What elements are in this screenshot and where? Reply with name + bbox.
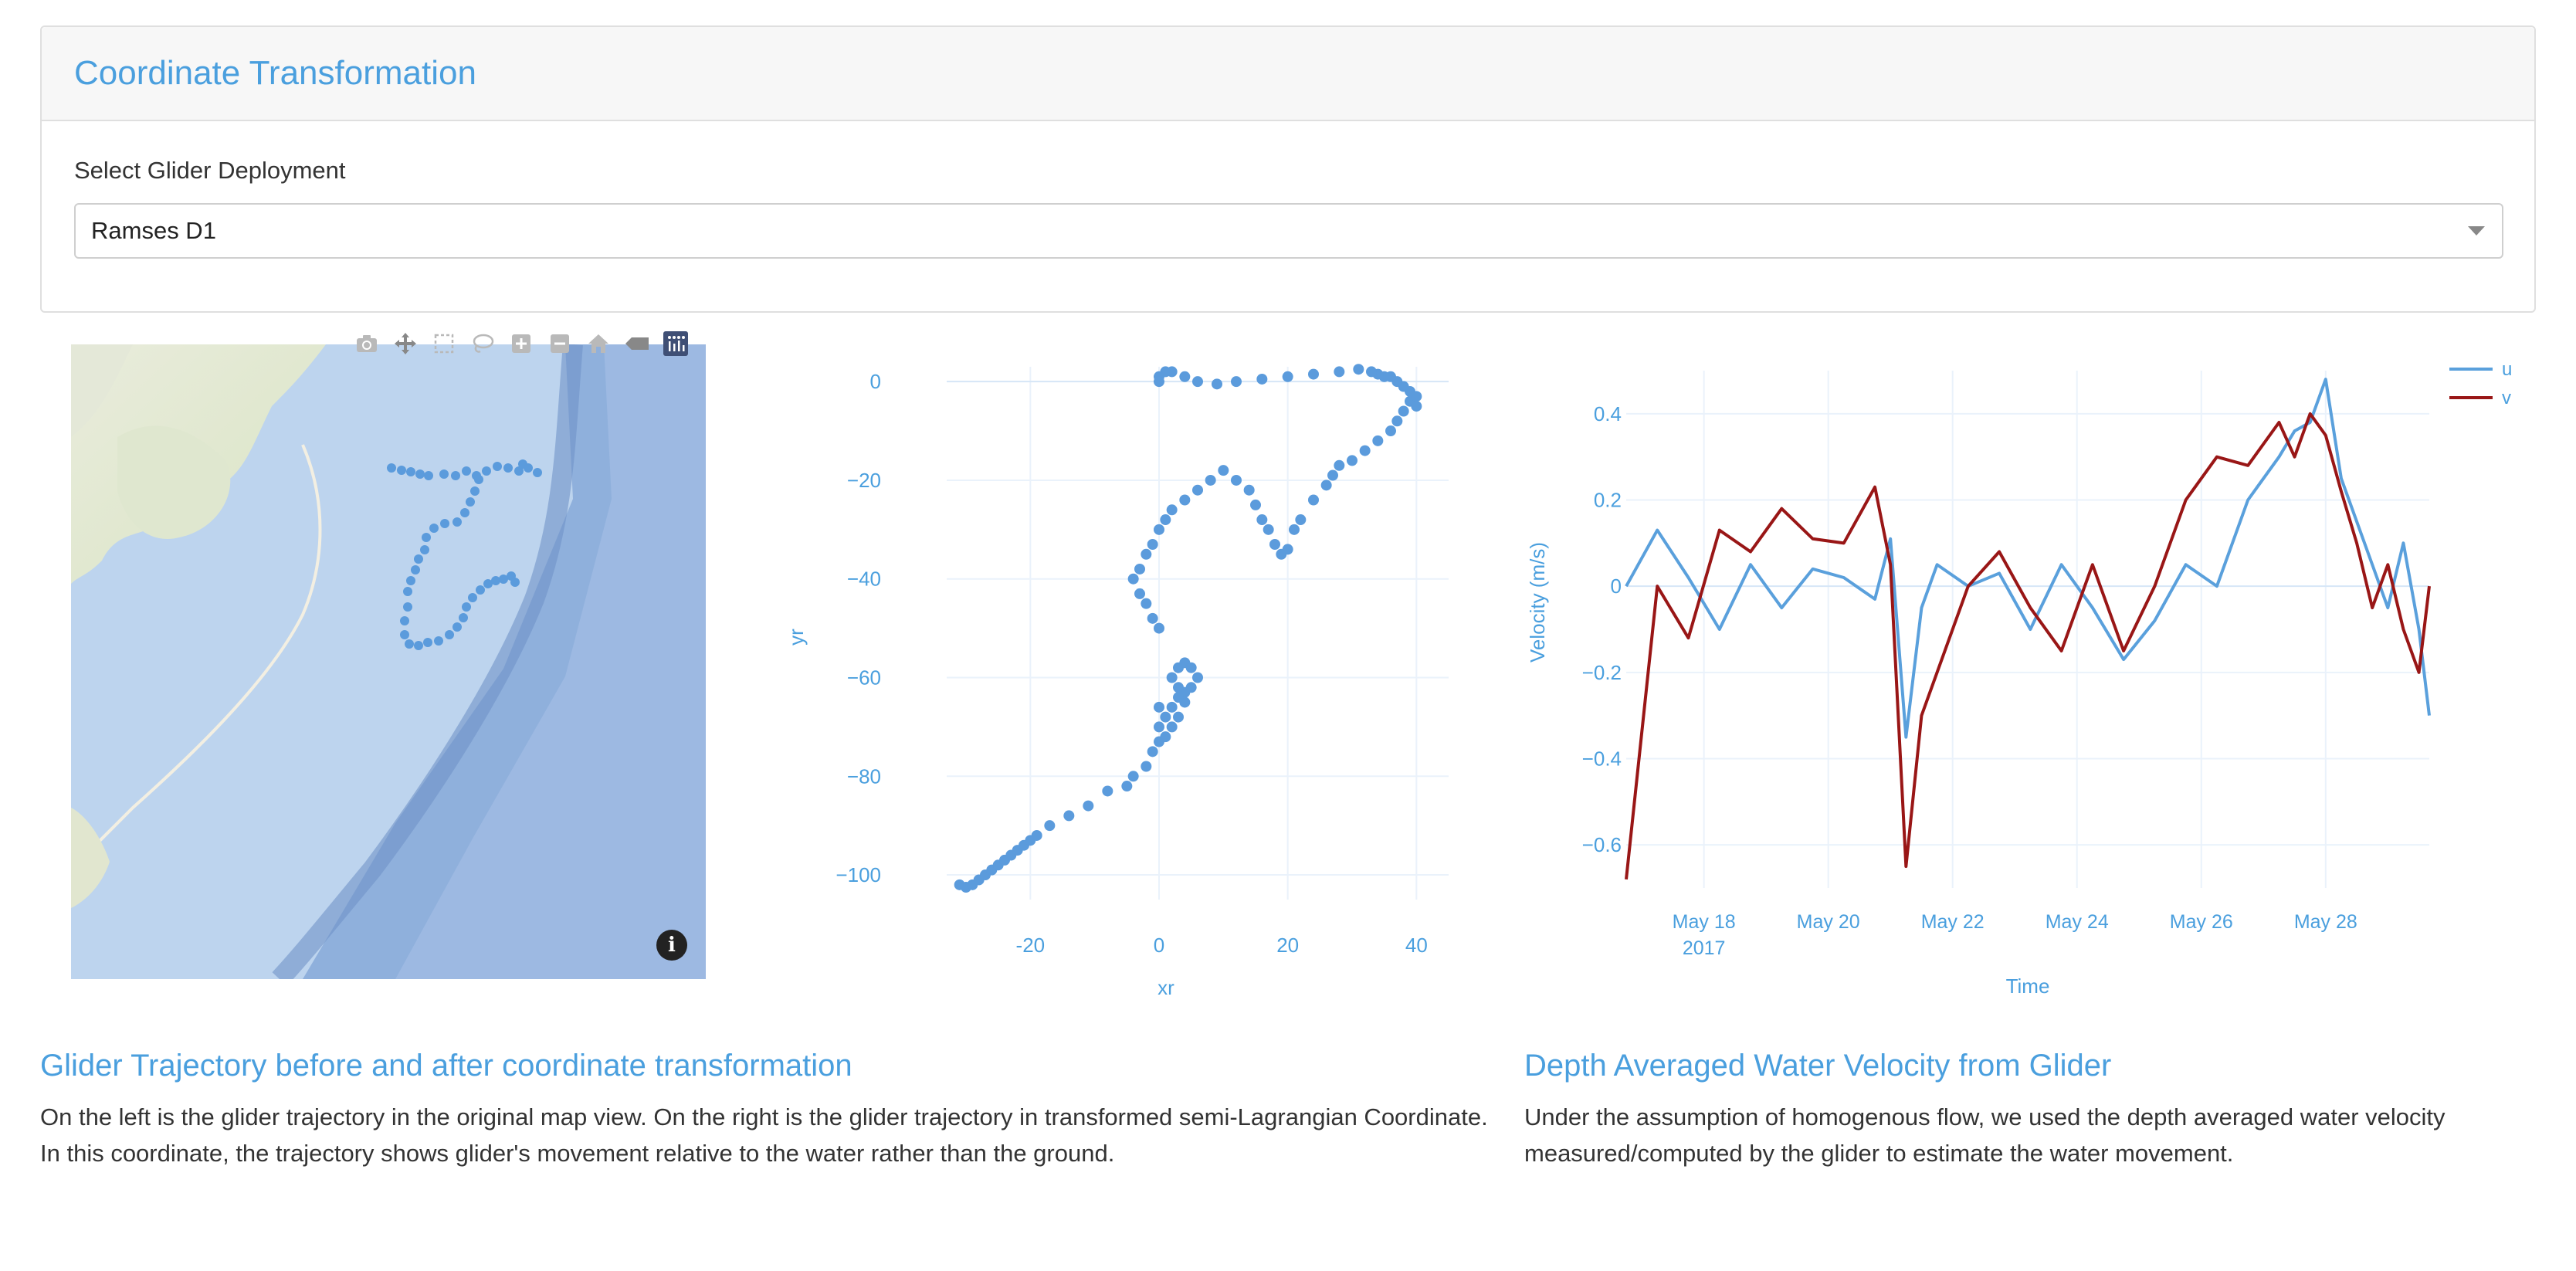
legend-label-v: v bbox=[2502, 388, 2511, 408]
x-axis-label: Time bbox=[2006, 974, 2050, 998]
series-line-u bbox=[1625, 378, 2431, 739]
y-tick-label: −0.4 bbox=[1582, 747, 1622, 771]
x-tick-label: May 28 bbox=[2294, 911, 2357, 933]
x-tick-sublabel: 2017 bbox=[1683, 937, 1726, 959]
right-section-title: Depth Averaged Water Velocity from Glide… bbox=[1524, 1049, 2112, 1083]
y-tick-label: 0 bbox=[1611, 574, 1622, 598]
left-section-text: On the left is the glider trajectory in … bbox=[40, 1103, 1488, 1167]
y-axis-label: Velocity (m/s) bbox=[1526, 542, 1549, 663]
left-section-title: Glider Trajectory before and after coord… bbox=[40, 1049, 852, 1083]
y-tick-label: −0.6 bbox=[1582, 833, 1622, 856]
series-line-v bbox=[1625, 412, 2431, 880]
x-tick-label: May 20 bbox=[1797, 911, 1860, 933]
x-tick-label: May 18 bbox=[1673, 911, 1736, 933]
x-tick-label: May 22 bbox=[1921, 911, 1985, 933]
right-section-text: Under the assumption of homogenous flow,… bbox=[1524, 1103, 2446, 1167]
x-tick-label: May 26 bbox=[2170, 911, 2233, 933]
y-tick-label: 0.4 bbox=[1594, 402, 1622, 425]
x-tick-label: May 24 bbox=[2046, 911, 2109, 933]
legend-label-u: u bbox=[2502, 359, 2512, 380]
y-tick-label: 0.2 bbox=[1594, 489, 1622, 512]
y-tick-label: −0.2 bbox=[1582, 661, 1622, 684]
